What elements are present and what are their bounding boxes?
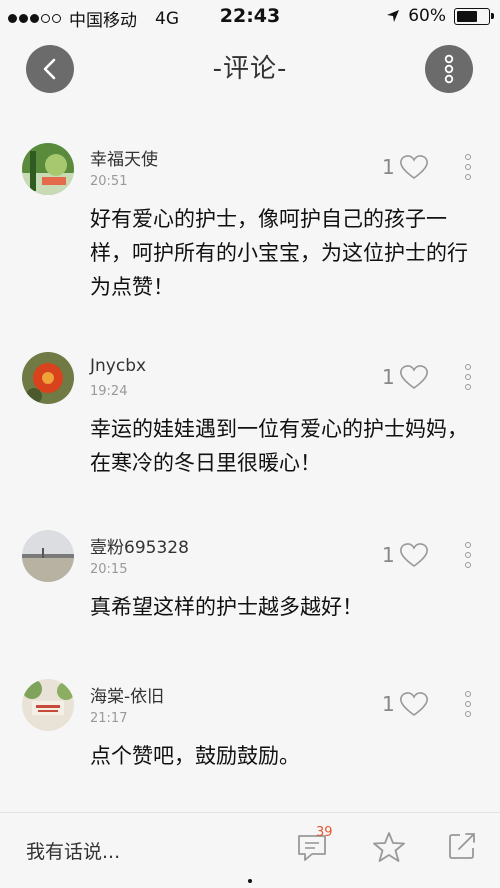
comment-text: 真希望这样的护士越多越好！ [90, 595, 363, 619]
comment-input[interactable]: 我有话说... [26, 837, 120, 864]
like-count: 1 [382, 155, 395, 179]
avatar[interactable] [22, 352, 74, 404]
avatar[interactable] [22, 143, 74, 195]
comment-time: 19:24 [90, 384, 128, 399]
bottom-bar: 我有话说... 39 [0, 812, 500, 888]
page-indicator-dot [248, 879, 252, 883]
comment-username[interactable]: 壹粉695328 [90, 533, 189, 558]
more-button[interactable] [425, 45, 473, 93]
avatar-image [22, 352, 74, 404]
heart-icon [399, 155, 428, 179]
comment-text: 幸运的娃娃遇到一位有爱心的护士妈妈，在寒冷的冬日里很暖心！ [90, 417, 468, 475]
comment-more-icon[interactable] [462, 542, 474, 568]
comment-username[interactable]: Jnycbx [90, 356, 146, 376]
comment-more-icon[interactable] [462, 691, 474, 717]
like-count: 1 [382, 543, 395, 567]
avatar-image [22, 679, 74, 731]
comment-more-icon[interactable] [462, 154, 474, 180]
avatar-image [22, 143, 74, 195]
battery-percent: 60% [408, 6, 446, 26]
comment-count-badge: 39 [316, 825, 333, 840]
heart-icon [399, 692, 428, 716]
like-button[interactable]: 1 [382, 691, 429, 717]
like-button[interactable]: 1 [382, 364, 429, 390]
comment-time: 21:17 [90, 711, 128, 726]
comment-more-icon[interactable] [462, 364, 474, 390]
comment-text: 好有爱心的护士，像呵护自己的孩子一样，呵护所有的小宝宝，为这位护士的行为点赞！ [90, 207, 468, 299]
comment-time: 20:51 [90, 174, 128, 189]
like-count: 1 [382, 692, 395, 716]
more-vertical-icon [444, 54, 454, 84]
battery-icon [454, 7, 494, 25]
location-arrow-icon [387, 10, 400, 22]
comment-text: 点个赞吧，鼓励鼓励。 [90, 744, 300, 768]
comment-username[interactable]: 海棠-依旧 [90, 682, 164, 707]
star-icon[interactable] [372, 830, 406, 868]
like-button[interactable]: 1 [382, 542, 429, 568]
status-right: 60% [386, 6, 494, 26]
like-button[interactable]: 1 [382, 154, 429, 180]
avatar[interactable] [22, 530, 74, 582]
nav-bar: -评论- [0, 34, 500, 106]
comment-username[interactable]: 幸福天使 [90, 145, 158, 170]
avatar-image [22, 530, 74, 582]
heart-icon [399, 365, 428, 389]
comment-time: 20:15 [90, 562, 128, 577]
like-count: 1 [382, 365, 395, 389]
avatar[interactable] [22, 679, 74, 731]
status-bar: 中国移动 4G 22:43 60% [0, 0, 500, 34]
share-icon[interactable] [446, 830, 478, 866]
heart-icon [399, 543, 428, 567]
